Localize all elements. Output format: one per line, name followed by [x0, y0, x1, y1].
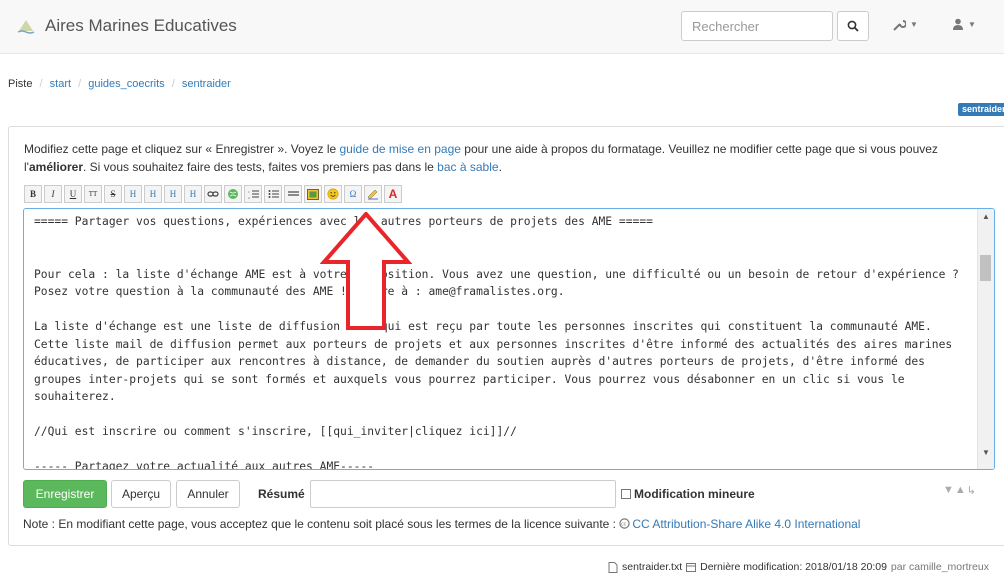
smiley-icon: [327, 188, 339, 200]
wiki-text-editor[interactable]: ===== Partager vos questions, expérience…: [23, 208, 995, 470]
file-icon: [608, 561, 618, 573]
heading-higher-button[interactable]: H: [164, 185, 182, 203]
ordered-list-button[interactable]: 12: [244, 185, 262, 203]
image-icon: [307, 188, 319, 200]
image-button[interactable]: [304, 185, 322, 203]
page-footer: sentraider.txt Dernière modification: 20…: [608, 561, 989, 573]
editor-content[interactable]: ===== Partager vos questions, expérience…: [34, 213, 969, 469]
user-menu[interactable]: ▼: [952, 18, 976, 30]
svg-text:1: 1: [248, 190, 250, 194]
search-icon: [847, 20, 859, 32]
license-link[interactable]: CC Attribution-Share Alike 4.0 Internati…: [632, 517, 860, 531]
arrow-down-icon[interactable]: ▼: [943, 484, 954, 497]
top-navbar: Aires Marines Educatives ▼ ▼: [0, 0, 1004, 54]
cancel-button[interactable]: Annuler: [176, 480, 240, 508]
annotation-arrow-icon: [320, 212, 412, 330]
footer-filename: sentraider.txt: [622, 561, 683, 573]
heading-lower-button[interactable]: H: [144, 185, 162, 203]
heading-same-button[interactable]: H: [124, 185, 142, 203]
footer-last-modified: Dernière modification: 2018/01/18 20:09: [700, 561, 887, 573]
cc-icon: cc: [619, 518, 631, 529]
internal-link-button[interactable]: [204, 185, 222, 203]
breadcrumb-link-guides[interactable]: guides_coecrits: [88, 78, 164, 90]
site-title: Aires Marines Educatives: [45, 16, 237, 35]
wrench-icon: [893, 20, 906, 31]
footer-author: par camille_mortreux: [890, 561, 989, 573]
search-input[interactable]: [681, 11, 833, 41]
minor-edit-option[interactable]: Modification mineure: [621, 487, 755, 501]
brand[interactable]: Aires Marines Educatives: [17, 12, 237, 40]
horizontal-rule-icon: [287, 191, 299, 196]
save-button[interactable]: Enregistrer: [23, 480, 107, 508]
special-chars-button[interactable]: Ω: [344, 185, 362, 203]
arrow-corner-icon[interactable]: ↳: [967, 484, 976, 497]
logo-icon: [17, 20, 35, 34]
chevron-down-icon: ▼: [910, 20, 918, 29]
scroll-up-icon[interactable]: ▲: [982, 212, 990, 221]
unordered-list-icon: [268, 190, 279, 198]
breadcrumb: Piste / start / guides_coecrits / sentra…: [8, 78, 231, 90]
smiley-button[interactable]: [324, 185, 342, 203]
link-icon: [207, 191, 219, 197]
arrow-up-icon[interactable]: ▲: [955, 484, 966, 497]
edit-intro-text: Modifiez cette page et cliquez sur « Enr…: [24, 142, 938, 174]
external-link-button[interactable]: [224, 185, 242, 203]
editor-toolbar: B I U TT S H H H H 12 Ω A: [24, 185, 402, 203]
globe-icon: [228, 189, 238, 199]
playground-link[interactable]: bac à sable: [437, 160, 498, 174]
syntax-guide-link[interactable]: guide de mise en page: [340, 142, 461, 156]
summary-label: Résumé: [258, 487, 305, 501]
signature-icon: [367, 189, 378, 200]
bold-button[interactable]: B: [24, 185, 42, 203]
improve-emphasis: améliorer: [28, 160, 83, 174]
minor-edit-checkbox[interactable]: [621, 489, 631, 499]
italic-button[interactable]: I: [44, 185, 62, 203]
font-color-button[interactable]: A: [384, 185, 402, 203]
signature-button[interactable]: [364, 185, 382, 203]
calendar-icon: [686, 563, 697, 572]
unordered-list-button[interactable]: [264, 185, 282, 203]
minor-edit-label: Modification mineure: [634, 487, 755, 501]
scroll-thumb[interactable]: [980, 255, 991, 281]
summary-input[interactable]: [310, 480, 616, 508]
chevron-down-icon: ▼: [968, 19, 976, 29]
breadcrumb-link-start[interactable]: start: [50, 78, 71, 90]
svg-text:cc: cc: [622, 522, 628, 528]
underline-button[interactable]: U: [64, 185, 82, 203]
editor-scrollbar[interactable]: ▲ ▼: [977, 209, 994, 469]
ordered-list-icon: 12: [248, 190, 259, 199]
breadcrumb-label: Piste: [8, 78, 33, 90]
monospace-button[interactable]: TT: [84, 185, 102, 203]
tools-menu[interactable]: ▼: [893, 18, 918, 31]
user-icon: [953, 18, 963, 30]
svg-text:2: 2: [248, 196, 250, 199]
strikethrough-button[interactable]: S: [104, 185, 122, 203]
resize-arrows[interactable]: ▼ ▲ ↳: [943, 484, 976, 497]
scroll-down-icon[interactable]: ▼: [982, 448, 990, 457]
heading-menu-button[interactable]: H: [184, 185, 202, 203]
license-note: Note : En modifiant cette page, vous acc…: [23, 517, 861, 531]
horizontal-rule-button[interactable]: [284, 185, 302, 203]
page-id-badge: sentraider: [958, 103, 1004, 116]
breadcrumb-link-sentraider[interactable]: sentraider: [182, 78, 231, 90]
search-button[interactable]: [837, 11, 869, 41]
preview-button[interactable]: Aperçu: [111, 480, 171, 508]
